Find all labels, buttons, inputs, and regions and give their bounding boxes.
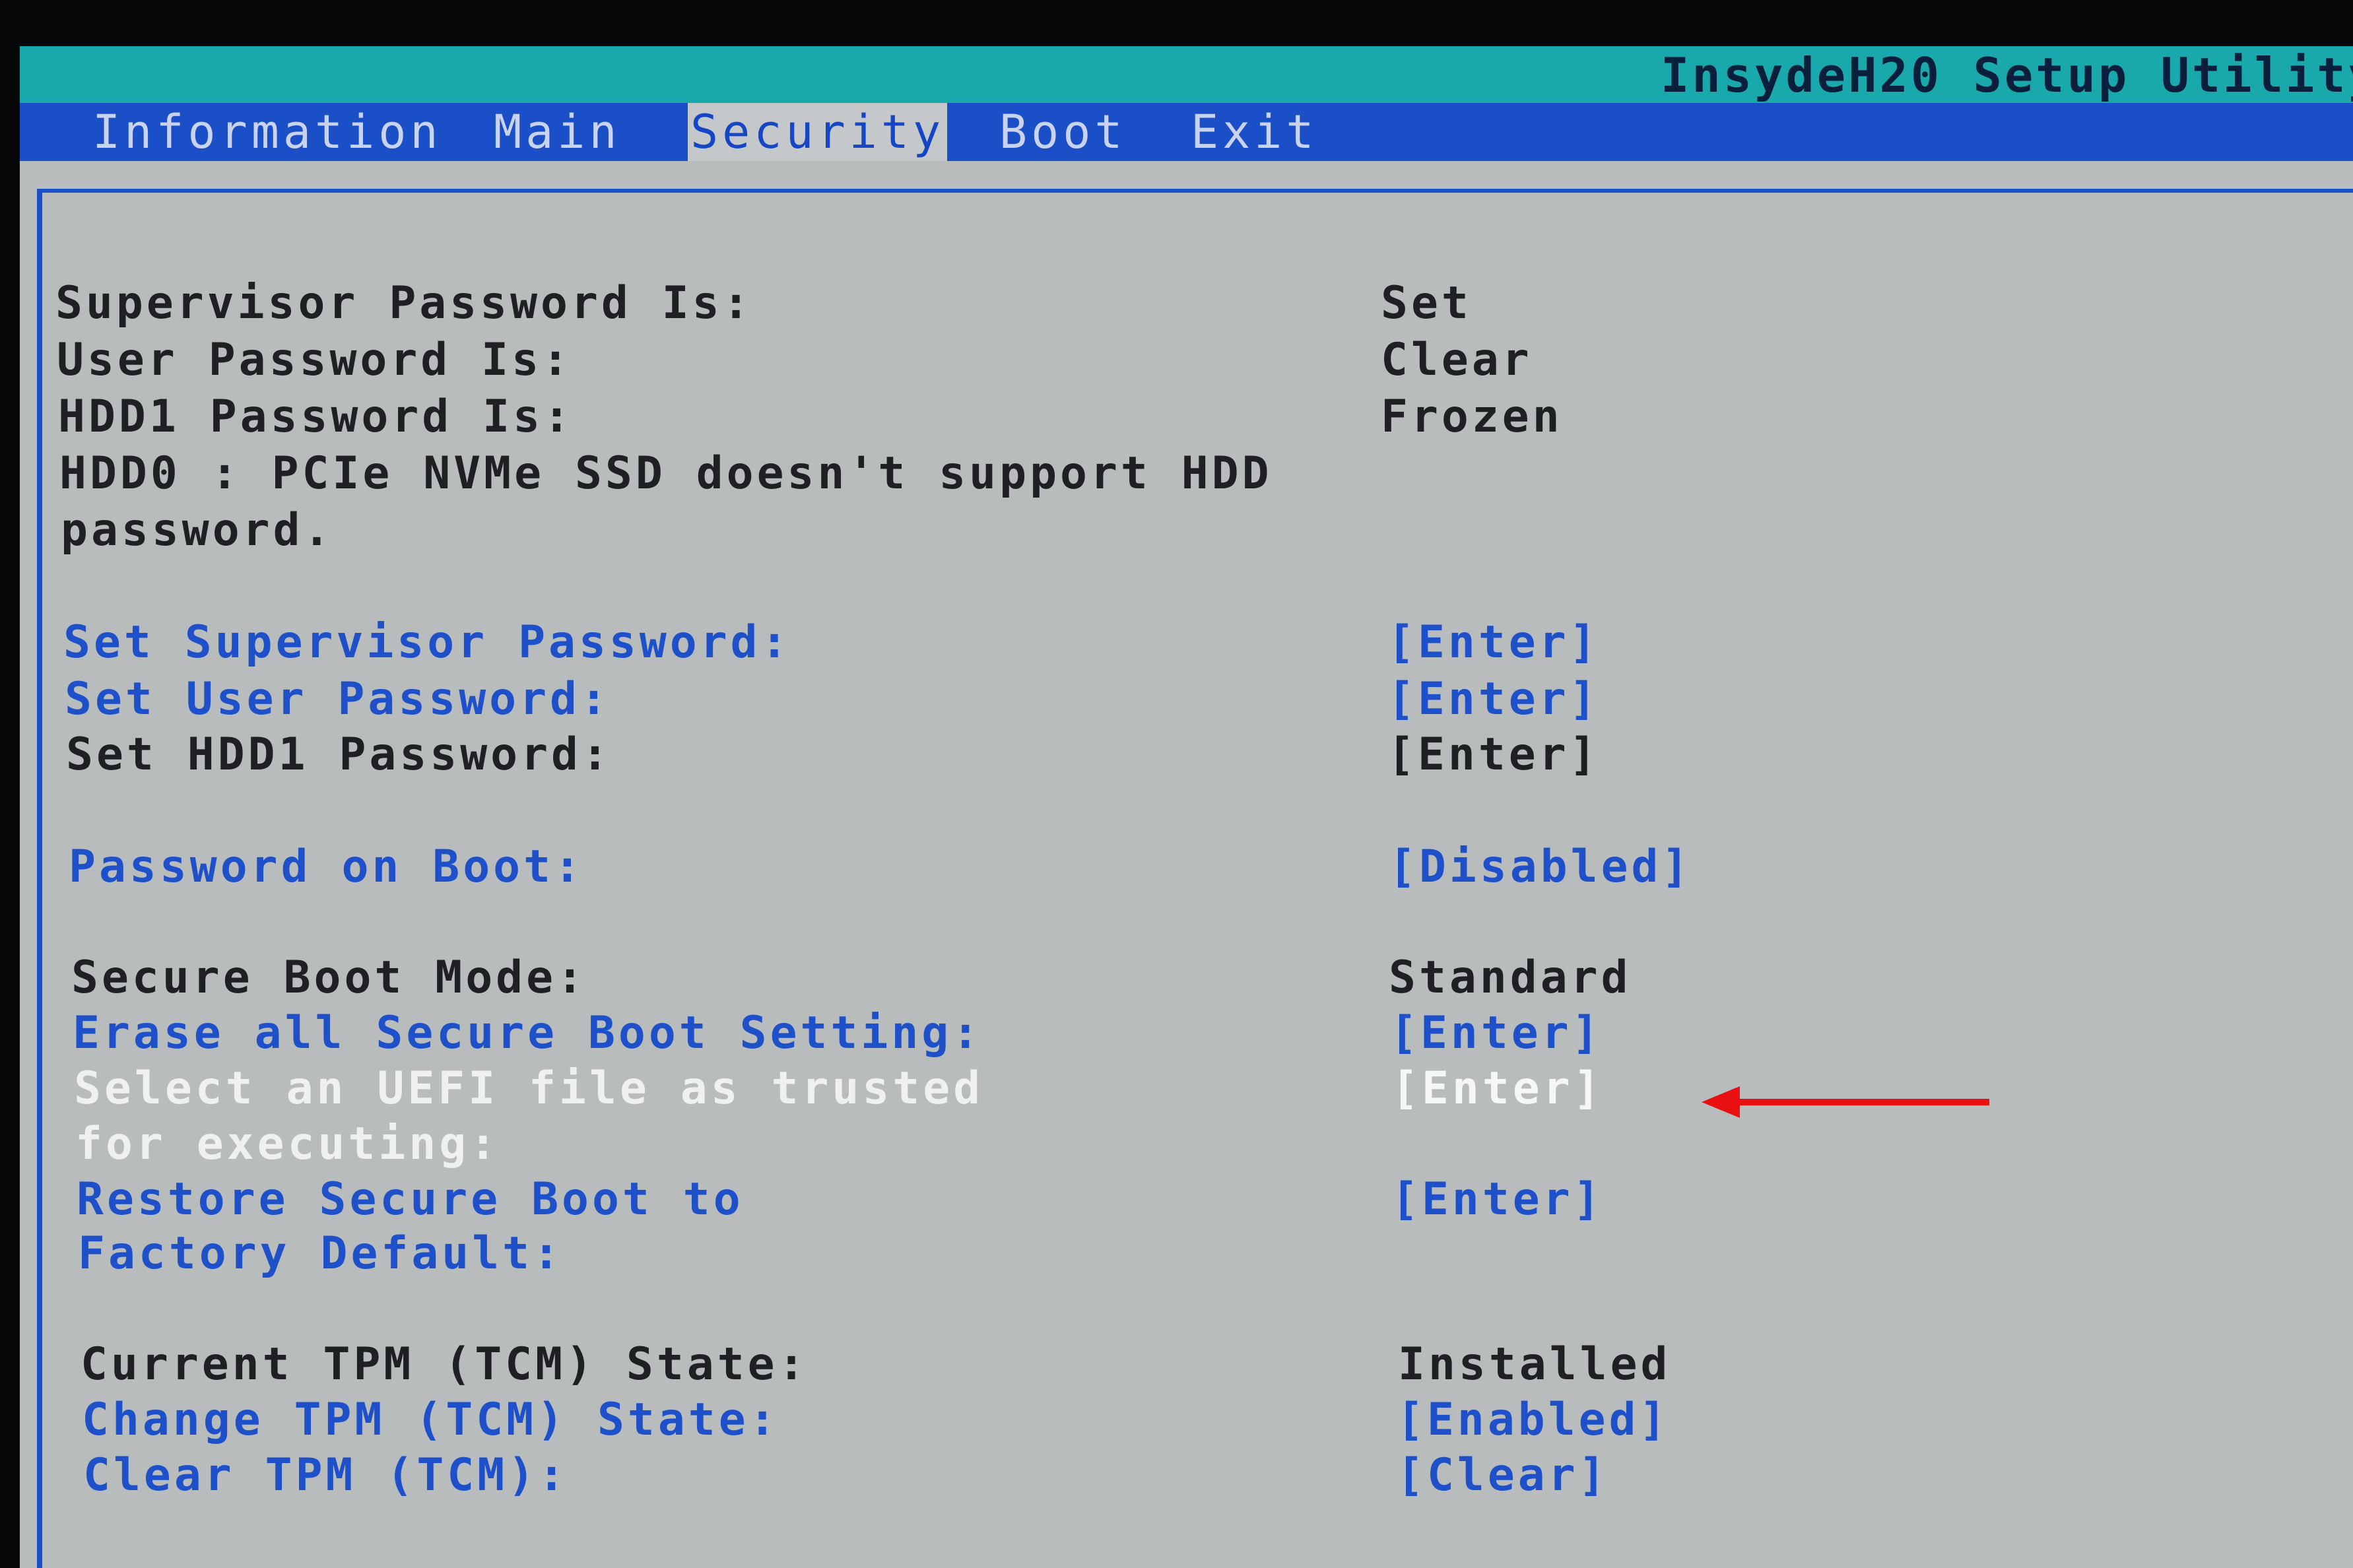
tab-exit[interactable]: Exit — [1188, 103, 1321, 161]
restore-secure-boot-label-line2[interactable]: Factory Default: — [78, 1227, 563, 1280]
menu-bar: Information Main Security Boot Exit — [20, 103, 2353, 161]
set-hdd1-password-label[interactable]: Set HDD1 Password: — [66, 729, 612, 781]
user-password-status-value: Clear — [1381, 334, 1533, 386]
title-bar: InsydeH20 Setup Utility — [20, 46, 2353, 103]
tpm-clear-label[interactable]: Clear TPM (TCM): — [83, 1449, 568, 1501]
secure-boot-mode-value: Standard — [1389, 952, 1632, 1004]
tab-information[interactable]: Information — [90, 103, 445, 161]
supervisor-password-status-label: Supervisor Password Is: — [55, 277, 753, 329]
erase-secure-boot-button[interactable]: [Enter] — [1390, 1007, 1603, 1059]
tpm-current-state-value: Installed — [1398, 1338, 1671, 1390]
hdd0-note-line1: HDD0 : PCIe NVMe SSD doesn't support HDD — [59, 447, 1273, 500]
select-uefi-file-label-line1[interactable]: Select an UEFI file as trusted — [74, 1062, 983, 1115]
select-uefi-file-button[interactable]: [Enter] — [1391, 1062, 1604, 1115]
set-hdd1-password-button[interactable]: [Enter] — [1387, 729, 1600, 781]
tpm-change-state-label[interactable]: Change TPM (TCM) State: — [82, 1394, 779, 1446]
set-supervisor-password-label[interactable]: Set Supervisor Password: — [63, 616, 791, 669]
tpm-clear-button[interactable]: [Clear] — [1397, 1449, 1609, 1501]
select-uefi-file-label-line2[interactable]: for executing: — [75, 1118, 500, 1170]
tab-boot[interactable]: Boot — [997, 103, 1129, 161]
tpm-change-state-value[interactable]: [Enabled] — [1397, 1394, 1669, 1446]
user-password-status-label: User Password Is: — [57, 334, 572, 386]
tab-main[interactable]: Main — [491, 103, 624, 161]
erase-secure-boot-label[interactable]: Erase all Secure Boot Setting: — [73, 1007, 982, 1059]
hdd1-password-status-value: Frozen — [1381, 391, 1563, 443]
tab-security[interactable]: Security — [688, 103, 948, 161]
set-supervisor-password-button[interactable]: [Enter] — [1387, 616, 1600, 669]
hdd1-password-status-label: HDD1 Password Is: — [58, 391, 574, 443]
restore-secure-boot-button[interactable]: [Enter] — [1391, 1173, 1604, 1225]
hdd0-note-line2: password. — [61, 504, 334, 556]
restore-secure-boot-label-line1[interactable]: Restore Secure Boot to — [77, 1173, 744, 1225]
supervisor-password-status-value: Set — [1381, 277, 1472, 329]
password-on-boot-label[interactable]: Password on Boot: — [69, 841, 584, 893]
bios-screen: InsydeH20 Setup Utility Information Main… — [20, 46, 2353, 1568]
tpm-current-state-label: Current TPM (TCM) State: — [81, 1338, 809, 1390]
secure-boot-mode-label: Secure Boot Mode: — [71, 952, 587, 1004]
set-user-password-button[interactable]: [Enter] — [1387, 673, 1600, 725]
password-on-boot-value[interactable]: [Disabled] — [1389, 841, 1692, 893]
annotation-arrow-icon — [1702, 1086, 1989, 1118]
set-user-password-label[interactable]: Set User Password: — [65, 673, 611, 725]
app-title: InsydeH20 Setup Utility — [1661, 48, 2353, 103]
